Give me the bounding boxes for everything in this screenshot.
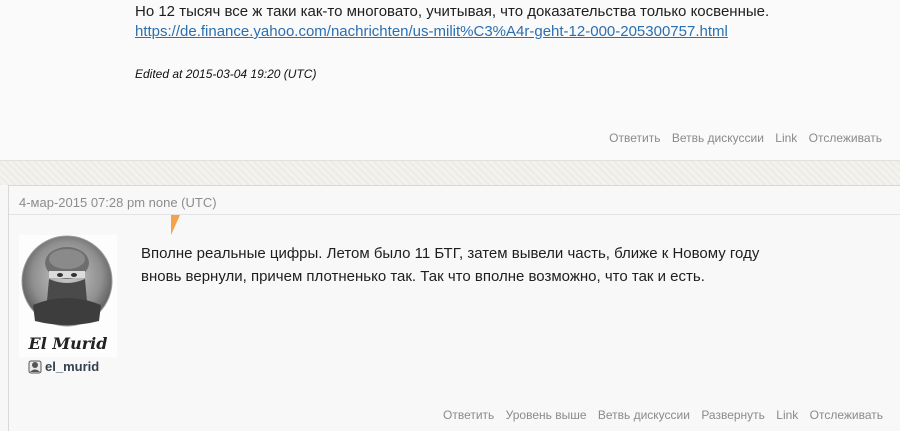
header-divider	[9, 214, 900, 215]
comment-actions: Ответить Уровень выше Ветвь дискуссии Ра…	[435, 408, 883, 422]
reply-comment: 4-мар-2015 07:28 pm none (UTC) El Murid	[8, 185, 900, 431]
avatar[interactable]: El Murid	[19, 235, 117, 357]
user-head-icon[interactable]	[27, 358, 43, 374]
comment-text: Вполне реальные цифры. Летом было 11 БТГ…	[141, 242, 861, 288]
thread-link[interactable]: Ветвь дискуссии	[672, 131, 764, 145]
parent-link[interactable]: Уровень выше	[506, 408, 587, 422]
edited-notice: Edited at 2015-03-04 19:20 (UTC)	[135, 67, 317, 81]
avatar-caption: El Murid	[28, 334, 108, 353]
expand-link[interactable]: Развернуть	[701, 408, 765, 422]
speech-pointer	[171, 215, 180, 235]
comment-separator	[0, 160, 900, 185]
reply-link[interactable]: Ответить	[443, 408, 494, 422]
comment-line-1: Вполне реальные цифры. Летом было 11 БТГ…	[141, 245, 760, 262]
permalink-link[interactable]: Link	[775, 131, 797, 145]
reply-link[interactable]: Ответить	[609, 131, 660, 145]
comment-actions: Ответить Ветвь дискуссии Link Отслеживат…	[601, 131, 882, 145]
track-link[interactable]: Отслеживать	[810, 408, 883, 422]
user-badge[interactable]: el_murid	[27, 358, 99, 374]
avatar-portrait: El Murid	[21, 235, 113, 353]
comment-line-2: вновь вернули, причем плотненько так. Та…	[141, 268, 705, 285]
comment-text: Но 12 тысяч все ж таки как-то многовато,…	[135, 3, 770, 20]
username-link[interactable]: el_murid	[45, 359, 99, 374]
thread-link[interactable]: Ветвь дискуссии	[598, 408, 690, 422]
permalink-link[interactable]: Link	[776, 408, 798, 422]
comment-link[interactable]: https://de.finance.yahoo.com/nachrichten…	[135, 22, 728, 42]
track-link[interactable]: Отслеживать	[809, 131, 882, 145]
previous-comment: Но 12 тысяч все ж таки как-то многовато,…	[0, 0, 900, 160]
comment-header: 4-мар-2015 07:28 pm none (UTC)	[19, 195, 217, 210]
